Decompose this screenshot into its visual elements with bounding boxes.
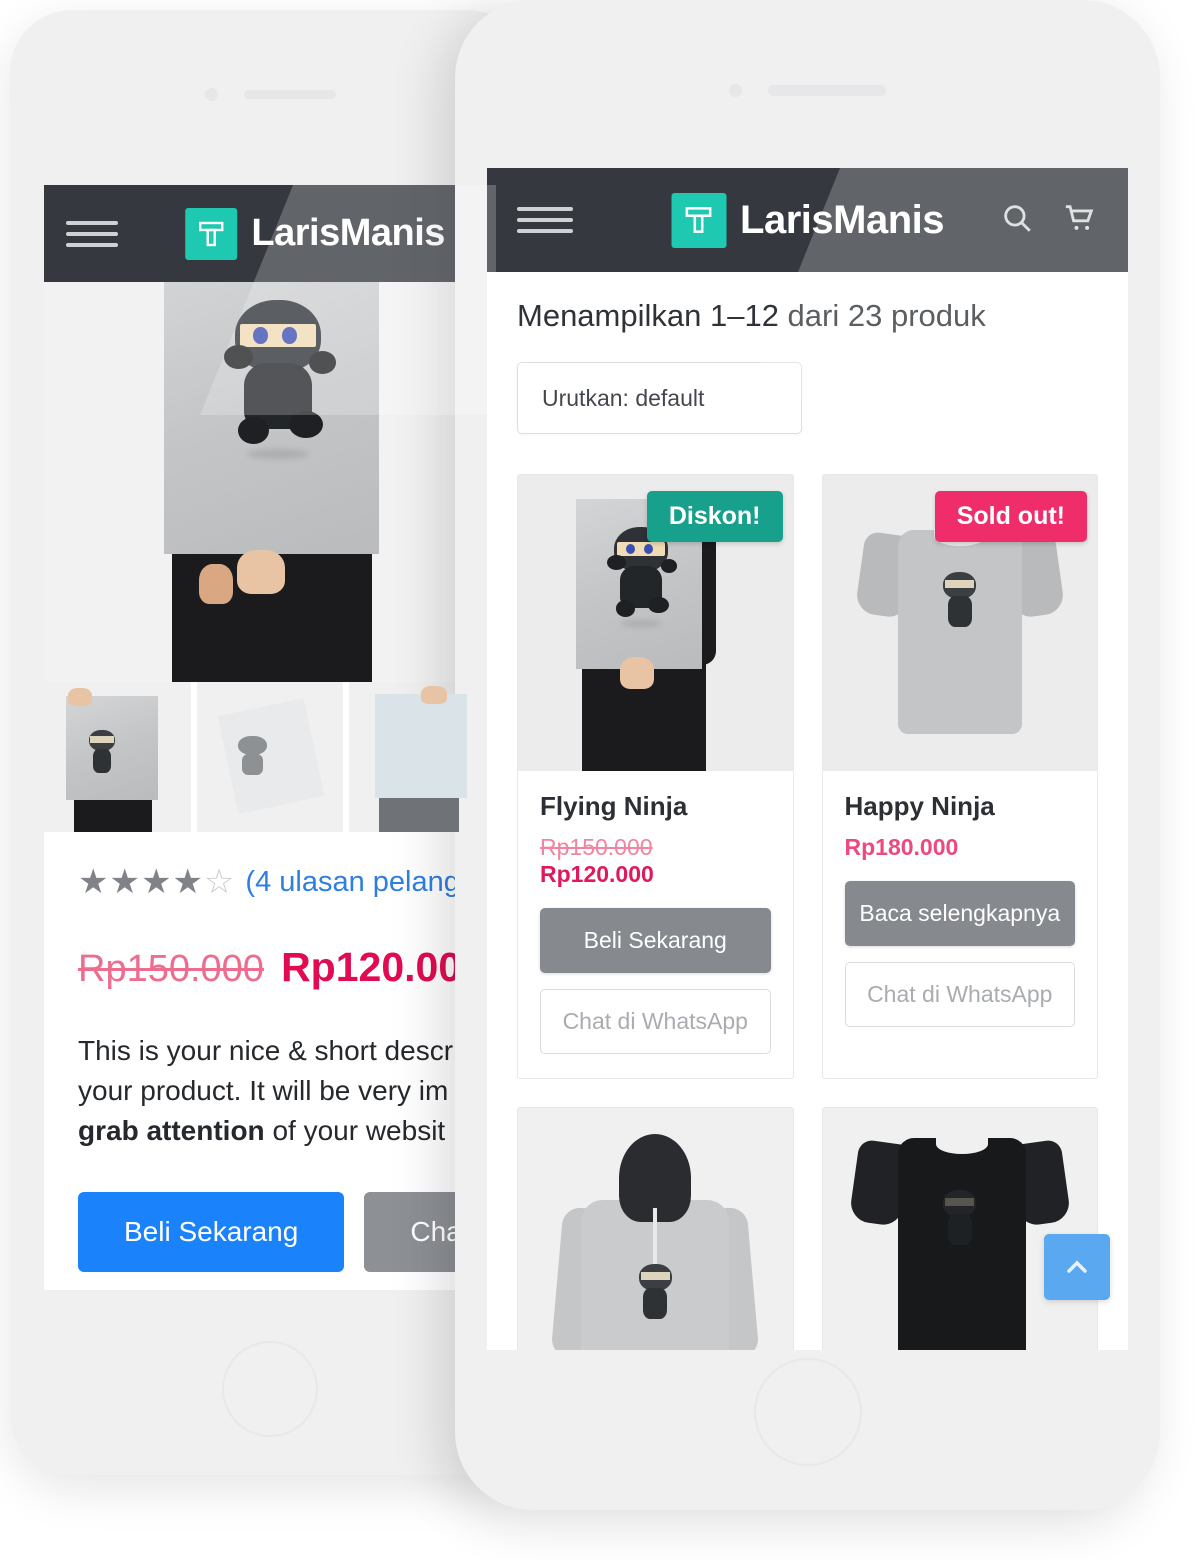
thumbnail-2[interactable] bbox=[196, 682, 344, 832]
detail-price-row: Rp150.000 Rp120.000 bbox=[78, 944, 484, 991]
rating-stars-filled: ★★★★☆ bbox=[78, 863, 236, 901]
detail-price-old: Rp150.000 bbox=[78, 948, 264, 990]
phone-front-bezel-top bbox=[455, 84, 1160, 97]
product-card-black-tshirt[interactable] bbox=[821, 1107, 1098, 1350]
product-title: Flying Ninja bbox=[540, 791, 688, 821]
product-image-hoodie[interactable] bbox=[518, 1108, 793, 1350]
product-price-old: Rp150.000 bbox=[540, 834, 653, 860]
product-rating: ★★★★☆ (4 ulasan pelangg bbox=[78, 862, 462, 902]
product-title: Happy Ninja bbox=[844, 791, 995, 821]
product-price: Rp180.000 bbox=[844, 834, 959, 860]
description-line-2: your product. It will be very im bbox=[78, 1074, 449, 1106]
app-header-front: LarisManis bbox=[487, 168, 1128, 272]
customer-reviews-link[interactable]: (4 ulasan pelangg bbox=[245, 866, 462, 899]
search-icon[interactable] bbox=[1000, 201, 1034, 240]
brand-logo-group[interactable]: LarisManis bbox=[671, 192, 944, 248]
home-button[interactable] bbox=[753, 1358, 862, 1466]
detail-action-buttons: Beli Sekarang Cha bbox=[44, 1192, 496, 1290]
whatsapp-chat-button[interactable]: Chat di WhatsApp bbox=[844, 962, 1075, 1027]
detail-price-new: Rp120.000 bbox=[281, 944, 484, 990]
detail-info-block: ★★★★☆ (4 ulasan pelangg Rp150.000 Rp120.… bbox=[44, 832, 496, 1150]
product-description: This is your nice & short descr your pro… bbox=[78, 1031, 462, 1150]
product-card-flying-ninja[interactable]: Diskon! Flying Ninja Rp150.000 Rp120.000… bbox=[517, 474, 794, 1079]
buy-now-button[interactable]: Beli Sekarang bbox=[540, 908, 771, 973]
description-line-3-rest: of your websit bbox=[264, 1114, 446, 1146]
thumbnail-1[interactable] bbox=[44, 682, 191, 832]
read-more-button[interactable]: Baca selengkapnya bbox=[844, 881, 1075, 946]
product-card-hoodie[interactable] bbox=[517, 1107, 794, 1350]
phone-back-device: LarisManis ★★★★☆ (4 ulasan pelangg Rp150… bbox=[10, 10, 530, 1475]
earpiece-speaker bbox=[243, 90, 336, 99]
front-camera-icon bbox=[729, 84, 742, 97]
description-bold-phrase: grab attention bbox=[78, 1114, 265, 1146]
phone-back-bezel-top bbox=[10, 88, 530, 101]
description-line-1: This is your nice & short descr bbox=[78, 1035, 454, 1066]
product-hero-image[interactable] bbox=[44, 282, 496, 682]
hamburger-menu-icon[interactable] bbox=[517, 207, 573, 233]
result-count-text: Menampilkan 1–12 dari 23 produk bbox=[517, 298, 986, 333]
product-detail-screen: LarisManis ★★★★☆ (4 ulasan pelangg Rp150… bbox=[44, 185, 496, 1290]
buy-now-button[interactable]: Beli Sekarang bbox=[78, 1192, 345, 1273]
shopping-cart-icon[interactable] bbox=[1062, 201, 1098, 240]
product-thumbnail-gallery bbox=[44, 682, 496, 832]
phone-front-device: LarisManis Menampilkan 1–12 dari 23 prod… bbox=[455, 0, 1160, 1510]
product-card-happy-ninja[interactable]: Sold out! Happy Ninja Rp180.000 Baca sel… bbox=[821, 474, 1098, 1079]
hamburger-menu-icon[interactable] bbox=[66, 220, 118, 247]
shop-listing-screen: LarisManis Menampilkan 1–12 dari 23 prod… bbox=[487, 168, 1128, 1350]
product-price-new: Rp120.000 bbox=[540, 861, 654, 887]
product-image-happy-ninja[interactable]: Sold out! bbox=[822, 475, 1097, 771]
product-info-flying-ninja: Flying Ninja Rp150.000 Rp120.000 Beli Se… bbox=[518, 771, 793, 1078]
sort-dropdown[interactable]: Urutkan: default bbox=[517, 362, 802, 434]
home-button[interactable] bbox=[222, 1341, 318, 1437]
product-grid: Diskon! Flying Ninja Rp150.000 Rp120.000… bbox=[517, 474, 1098, 1350]
product-image-black-tshirt[interactable] bbox=[822, 1108, 1097, 1350]
larismanis-t-logo-icon bbox=[185, 207, 238, 260]
product-image-flying-ninja[interactable]: Diskon! bbox=[518, 475, 793, 771]
app-header-back: LarisManis bbox=[44, 185, 496, 282]
whatsapp-chat-button[interactable]: Chat di WhatsApp bbox=[540, 989, 771, 1054]
detail-content: ★★★★☆ (4 ulasan pelangg Rp150.000 Rp120.… bbox=[44, 282, 496, 1290]
sold-out-badge: Sold out! bbox=[934, 491, 1087, 542]
shop-content: Menampilkan 1–12 dari 23 produk Urutkan:… bbox=[487, 272, 1128, 1350]
brand-name-text: LarisManis bbox=[740, 197, 944, 242]
larismanis-t-logo-icon bbox=[671, 192, 727, 248]
scroll-to-top-button[interactable] bbox=[1044, 1234, 1110, 1300]
brand-logo-group[interactable]: LarisManis bbox=[185, 207, 445, 260]
header-actions bbox=[1000, 201, 1098, 240]
brand-name-text: LarisManis bbox=[251, 212, 445, 254]
product-info-happy-ninja: Happy Ninja Rp180.000 Baca selengkapnya … bbox=[823, 771, 1098, 1051]
earpiece-speaker bbox=[768, 85, 886, 96]
description-line-3: grab attention of your websit bbox=[78, 1111, 462, 1151]
product-price-row: Rp150.000 Rp120.000 bbox=[540, 834, 771, 888]
front-camera-icon bbox=[204, 88, 218, 101]
sort-dropdown-label: Urutkan: default bbox=[542, 384, 705, 411]
product-price-row: Rp180.000 bbox=[845, 834, 1076, 861]
sale-badge: Diskon! bbox=[646, 491, 783, 542]
